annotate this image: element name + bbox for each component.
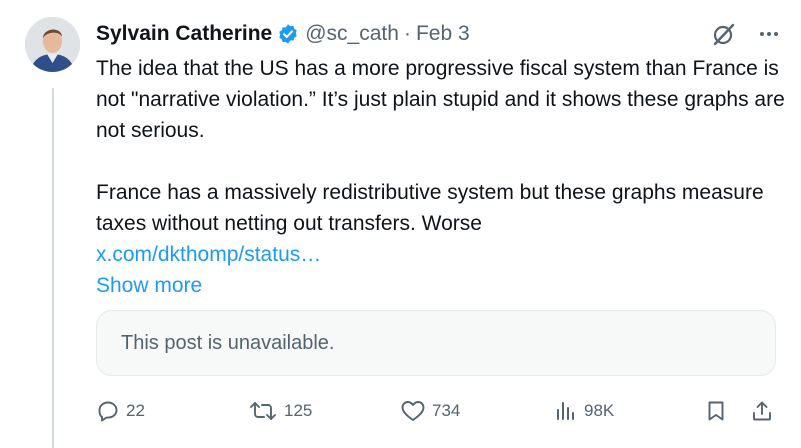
share-icon <box>753 401 771 421</box>
views-count: 98K <box>584 401 615 420</box>
header-actions <box>711 20 781 48</box>
author-name[interactable]: Sylvain Catherine <box>96 20 272 48</box>
bookmark-button[interactable] <box>704 394 728 428</box>
more-icon[interactable] <box>757 22 781 46</box>
share-button[interactable] <box>750 394 774 428</box>
unavailable-message: This post is unavailable. <box>121 331 335 354</box>
like-icon <box>401 401 425 421</box>
reply-icon <box>98 401 118 422</box>
views-button[interactable]: 98K <box>554 394 614 428</box>
post-paragraph-2: France has a massively redistributive sy… <box>96 181 764 235</box>
quoted-post-unavailable: This post is unavailable. <box>96 310 776 376</box>
post-date[interactable]: Feb 3 <box>416 20 470 48</box>
bookmark-icon <box>708 401 724 421</box>
like-count: 734 <box>432 401 461 420</box>
quoted-post-link[interactable]: x.com/dkthomp/status… <box>96 239 786 270</box>
reply-button[interactable]: 22 <box>96 394 145 428</box>
views-icon <box>557 402 574 420</box>
show-more-link[interactable]: Show more <box>96 270 786 301</box>
post-text: The idea that the US has a more progress… <box>96 53 786 301</box>
author-handle[interactable]: @sc_cath <box>305 20 399 48</box>
repost-count: 125 <box>284 401 313 420</box>
thread-line <box>52 88 54 448</box>
post-header: Sylvain Catherine @sc_cath · Feb 3 <box>96 20 781 48</box>
action-bar: 22 125 734 98K <box>96 394 776 428</box>
like-button[interactable]: 734 <box>400 394 460 428</box>
reply-count: 22 <box>126 401 145 420</box>
repost-button[interactable]: 125 <box>248 394 312 428</box>
repost-icon <box>250 402 276 420</box>
verified-badge-icon[interactable] <box>277 23 299 45</box>
grok-icon[interactable] <box>711 21 737 47</box>
avatar-image <box>25 17 80 72</box>
avatar[interactable] <box>25 17 80 72</box>
separator-dot: · <box>403 22 411 45</box>
post-paragraph-1: The idea that the US has a more progress… <box>96 57 785 142</box>
